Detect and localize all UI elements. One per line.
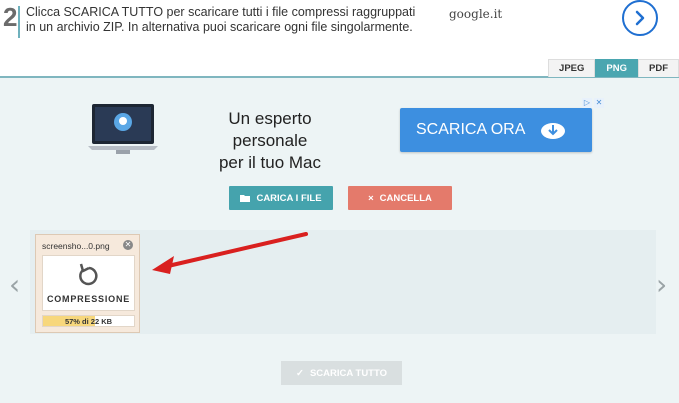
close-icon: × [368,192,374,204]
cancel-button[interactable]: × CANCELLA [348,186,452,210]
step-instructions: Clicca SCARICA TUTTO per scaricare tutti… [26,5,416,34]
source-label: google.it [449,7,503,21]
file-card: screensho...0.png ✕ COMPRESSIONE 57% di … [35,234,140,333]
ad-badges: ▷ ✕ [582,98,604,108]
progress-label: 57% di 22 KB [64,317,113,326]
format-tabs: JPEG PNG PDF [548,59,679,77]
laptop-icon [88,104,158,154]
ad-download-button[interactable]: SCARICA ORA [400,108,592,152]
advertisement[interactable]: Un esperto personale per il tuo Mac SCAR… [82,98,604,172]
ad-line-1: Un esperto personale [228,109,312,150]
refresh-icon [79,263,98,286]
ad-cta-label: SCARICA ORA [416,121,526,138]
download-all-button[interactable]: ✓ SCARICA TUTTO [281,361,402,385]
ad-line-2: per il tuo Mac [218,153,322,172]
check-icon: ✓ [295,367,304,379]
ad-headline: Un esperto personale per il tuo Mac [190,108,350,174]
step-header: 2 Clicca SCARICA TUTTO per scaricare tut… [0,0,679,78]
chevron-left-icon[interactable]: ‹ [9,268,20,301]
upload-files-button[interactable]: CARICA I FILE [229,186,333,210]
chevron-right-icon [635,10,645,26]
upload-label: CARICA I FILE [256,192,322,204]
progress-bar: 57% di 22 KB [42,315,135,327]
remove-file-icon[interactable]: ✕ [123,240,133,250]
folder-icon [240,195,251,202]
download-all-label: SCARICA TUTTO [309,367,388,379]
file-name: screensho...0.png [42,241,110,251]
tab-jpeg[interactable]: JPEG [548,59,596,77]
cloud-download-icon [541,123,565,139]
file-thumbnail: COMPRESSIONE [42,255,135,311]
cancel-label: CANCELLA [379,192,432,204]
file-status: COMPRESSIONE [46,294,131,304]
tab-pdf[interactable]: PDF [638,59,679,77]
step-divider [18,6,20,38]
chevron-right-scroll-icon[interactable]: › [656,268,667,301]
next-step-button[interactable] [622,0,658,36]
step-number: 2 [3,2,18,32]
ad-choices-icon[interactable]: ▷ [582,98,592,108]
annotation-arrow [152,232,308,274]
ad-close-icon[interactable]: ✕ [594,98,604,108]
tab-png[interactable]: PNG [595,59,638,77]
